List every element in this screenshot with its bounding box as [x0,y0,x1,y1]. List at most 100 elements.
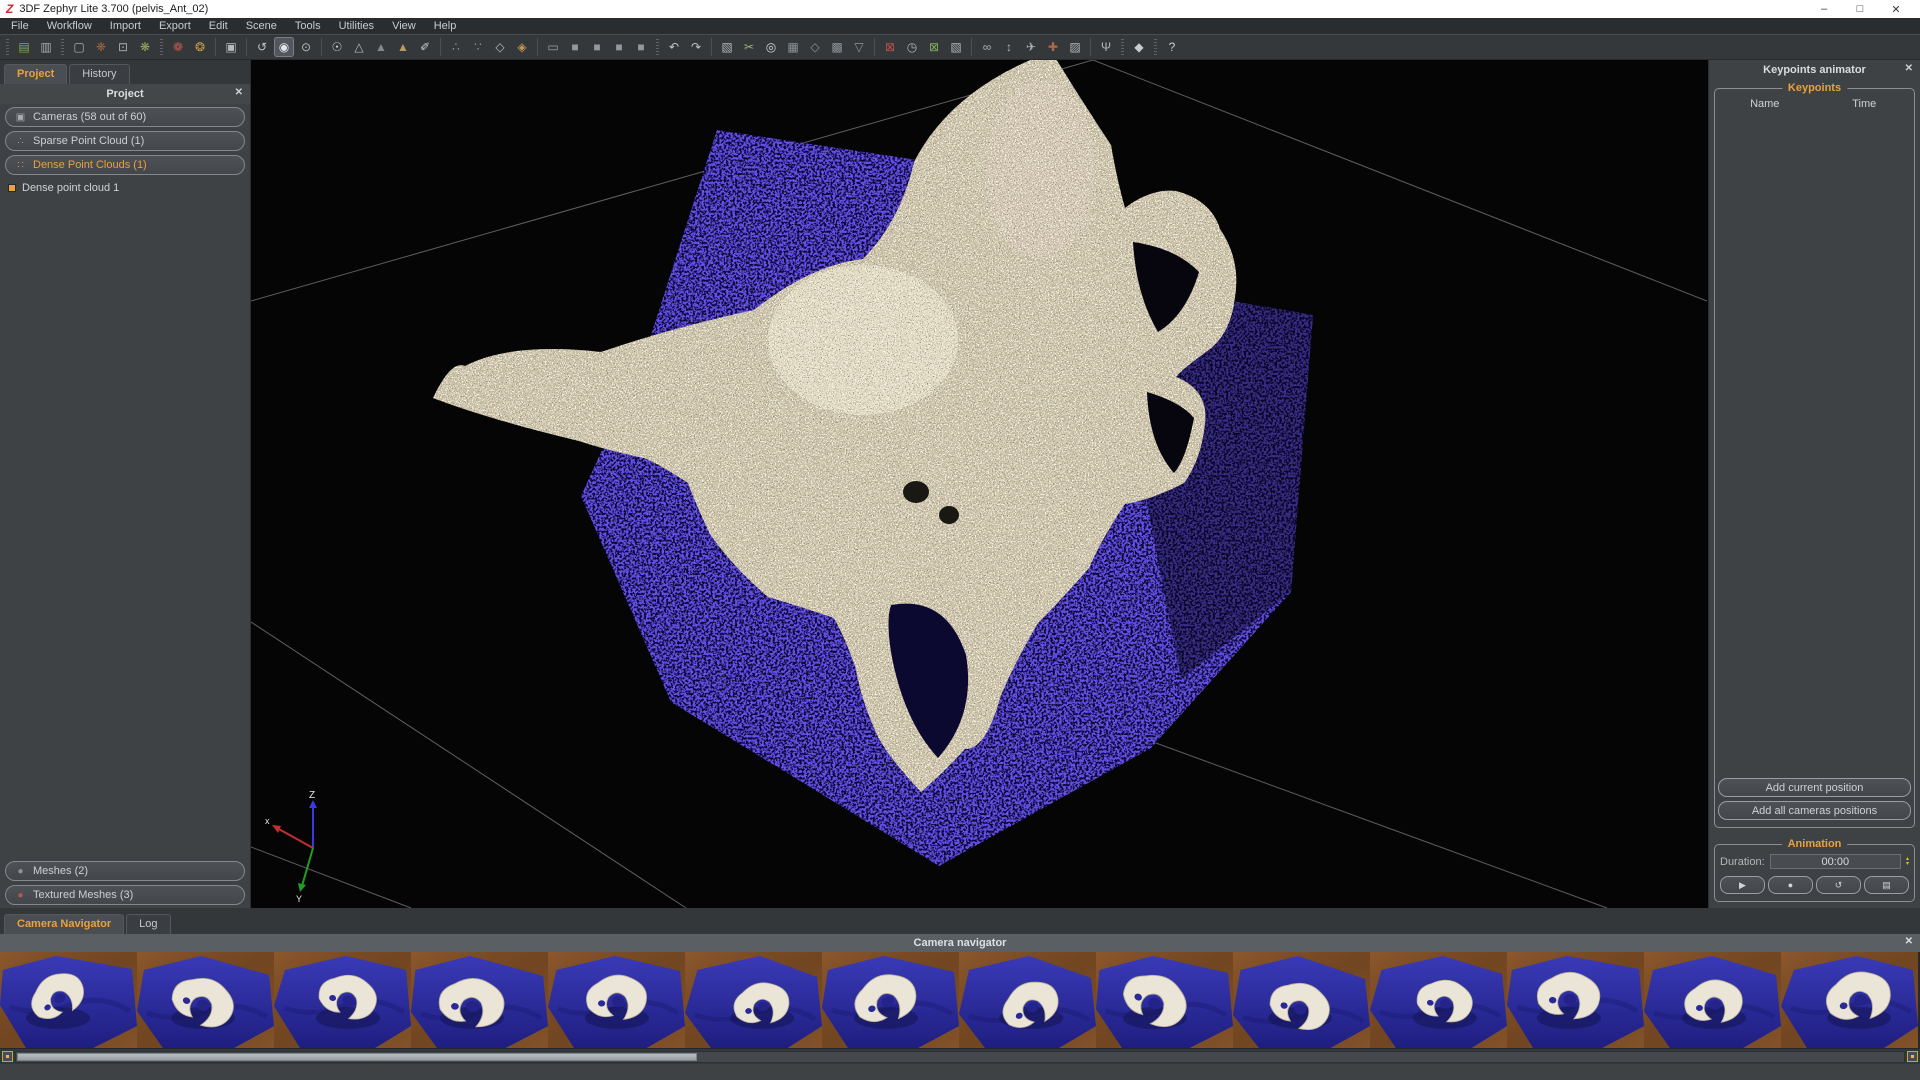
close-button[interactable]: ✕ [1878,3,1914,16]
tab-log[interactable]: Log [126,914,171,934]
undo-icon[interactable]: ↶ [664,37,684,57]
dense-generation-icon[interactable]: ⊡ [113,37,133,57]
project-panel-close-icon[interactable]: ✕ [235,87,243,98]
menu-workflow[interactable]: Workflow [38,20,101,32]
render-textured-icon[interactable]: ▲ [393,37,413,57]
camera-thumbnail-12[interactable] [1507,952,1644,1048]
flythrough-icon[interactable]: ✈ [1021,37,1041,57]
texture-generation-icon[interactable]: ❁ [168,37,188,57]
redo-icon[interactable]: ↷ [686,37,706,57]
draw-tool-icon[interactable]: ✐ [415,37,435,57]
hatch-measure-icon[interactable]: ▨ [1065,37,1085,57]
mesh-generation-icon[interactable]: ❋ [135,37,155,57]
select-grid-icon[interactable]: ▦ [783,37,803,57]
stereo-pair-icon[interactable]: ❂ [190,37,210,57]
tree-item-dense-point-clouds[interactable]: ∷ Dense Point Clouds (1) [5,155,245,175]
add-all-cameras-positions-button[interactable]: Add all cameras positions [1718,801,1911,820]
new-selection-icon[interactable]: ▢ [69,37,89,57]
camera-thumbnail-2[interactable] [137,952,274,1048]
save-project-icon[interactable]: ▥ [36,37,56,57]
tab-history[interactable]: History [69,64,130,84]
circle-tool-icon[interactable]: ◎ [761,37,781,57]
package-icon[interactable]: ▧ [946,37,966,57]
duration-input[interactable]: 00:00 [1769,854,1901,869]
cut-selection-icon[interactable]: ✂ [739,37,759,57]
select-rect-icon[interactable]: ▧ [717,37,737,57]
camera-thumbnail-9[interactable] [1096,952,1233,1048]
sparse-generation-icon[interactable]: ❈ [91,37,111,57]
point-edit-icon[interactable]: ∵ [468,37,488,57]
lightbulb-icon[interactable]: ☉ [327,37,347,57]
tree-item-dense-point-cloud-1[interactable]: Dense point cloud 1 [0,178,250,196]
camera-thumbnail-14[interactable] [1781,952,1918,1048]
minimize-button[interactable]: – [1806,3,1842,16]
export-frames-button[interactable]: ▤ [1864,876,1909,894]
layout-single-icon[interactable]: ■ [565,37,585,57]
layout-two-icon[interactable]: ■ [587,37,607,57]
camera-thumbnail-10[interactable] [1233,952,1370,1048]
camera-thumbnail-8[interactable] [959,952,1096,1048]
record-button[interactable]: ● [1768,876,1813,894]
scroll-right-button[interactable] [1907,1051,1918,1062]
colored-cube-icon[interactable]: ◈ [512,37,532,57]
select-dense-icon[interactable]: ▩ [827,37,847,57]
tree-item-meshes[interactable]: ● Meshes (2) [5,861,245,881]
camera-thumbnail-11[interactable] [1370,952,1507,1048]
menu-view[interactable]: View [383,20,425,32]
render-points-icon[interactable]: △ [349,37,369,57]
tree-item-cameras[interactable]: ▣ Cameras (58 out of 60) [5,107,245,127]
render-shaded-icon[interactable]: ▲ [371,37,391,57]
help-icon[interactable]: ? [1162,37,1182,57]
camera-thumbnail-13[interactable] [1644,952,1781,1048]
menu-utilities[interactable]: Utilities [330,20,383,32]
screenshot-camera-icon[interactable]: ▣ [221,37,241,57]
tab-camera-navigator[interactable]: Camera Navigator [4,914,125,934]
menu-file[interactable]: File [2,20,38,32]
keypoints-panel-close-icon[interactable]: ✕ [1905,63,1913,74]
tab-project[interactable]: Project [4,64,68,84]
select-diamond-icon[interactable]: ◇ [805,37,825,57]
menu-tools[interactable]: Tools [286,20,330,32]
scrollbar-track[interactable] [15,1050,1905,1063]
duration-spinner[interactable]: ▴ ▾ [1906,856,1909,867]
camera-thumbnail-1[interactable] [0,952,137,1048]
scroll-left-button[interactable] [2,1051,13,1062]
menu-import[interactable]: Import [101,20,150,32]
play-button[interactable]: ▶ [1720,876,1765,894]
axes-icon[interactable]: ✚ [1043,37,1063,57]
bounding-box-icon[interactable]: ◇ [490,37,510,57]
loop-button[interactable]: ↺ [1816,876,1861,894]
camera-thumbnail-3[interactable] [274,952,411,1048]
scrollbar-thumb[interactable] [17,1052,697,1061]
camera-navigator-close-icon[interactable]: ✕ [1905,936,1913,947]
invert-selection-icon[interactable]: ⊠ [924,37,944,57]
spinner-down-icon[interactable]: ▾ [1906,861,1909,867]
rotate-view-icon[interactable]: ↺ [252,37,272,57]
camera-thumbnail-7[interactable] [822,952,959,1048]
menu-scene[interactable]: Scene [237,20,286,32]
deselect-icon[interactable]: ⊠ [880,37,900,57]
wrench-icon[interactable]: Ψ [1096,37,1116,57]
pan-mode-icon[interactable]: ⊙ [296,37,316,57]
viewer-icon[interactable]: ◆ [1129,37,1149,57]
menu-export[interactable]: Export [150,20,200,32]
lasso-icon[interactable]: ∞ [977,37,997,57]
camera-thumbnail-4[interactable] [411,952,548,1048]
point-filter-icon[interactable]: ∴ [446,37,466,57]
menu-help[interactable]: Help [425,20,466,32]
menu-edit[interactable]: Edit [200,20,237,32]
keypoints-list[interactable] [1715,114,1914,774]
open-project-icon[interactable]: ▤ [14,37,34,57]
camera-thumbnail-6[interactable] [685,952,822,1048]
tree-item-sparse-point-cloud[interactable]: ∴ Sparse Point Cloud (1) [5,131,245,151]
layout-four-icon[interactable]: ■ [631,37,651,57]
restore-button[interactable]: □ [1842,3,1878,16]
viewport-3d[interactable]: Z x Y [251,60,1708,908]
select-time-icon[interactable]: ◷ [902,37,922,57]
add-current-position-button[interactable]: Add current position [1718,778,1911,797]
orbit-mode-icon[interactable]: ◉ [274,37,294,57]
tree-item-textured-meshes[interactable]: ● Textured Meshes (3) [5,885,245,905]
camera-thumbnail-5[interactable] [548,952,685,1048]
pin-measure-icon[interactable]: ↕ [999,37,1019,57]
layout-three-icon[interactable]: ■ [609,37,629,57]
